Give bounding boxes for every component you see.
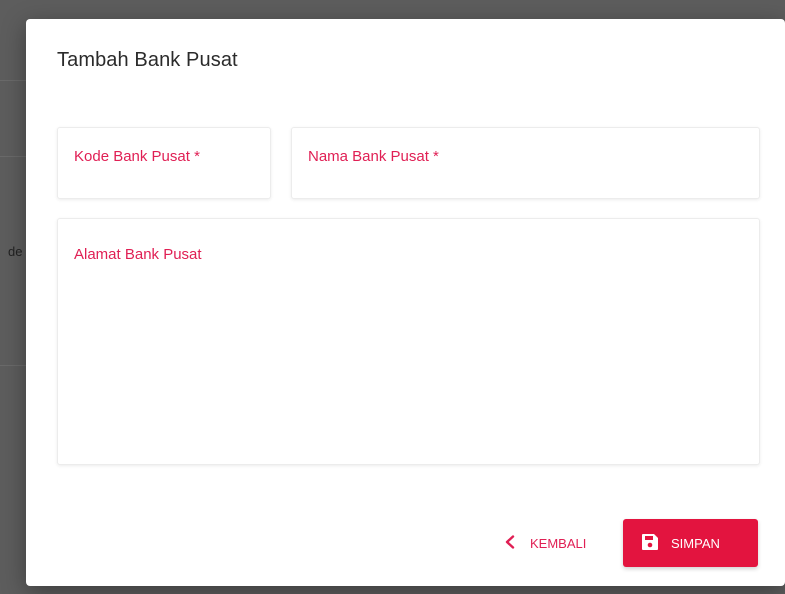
save-button-label: SIMPAN <box>671 535 720 551</box>
back-button[interactable]: KEMBALI <box>499 519 614 567</box>
alamat-bank-pusat-textarea[interactable]: Alamat Bank Pusat <box>57 218 760 465</box>
dialog-title: Tambah Bank Pusat <box>57 49 238 71</box>
alamat-bank-pusat-label: Alamat Bank Pusat <box>74 246 202 263</box>
back-button-label: KEMBALI <box>530 535 587 551</box>
nama-bank-pusat-field[interactable]: Nama Bank Pusat * <box>291 127 760 199</box>
save-button[interactable]: SIMPAN <box>623 519 758 567</box>
kode-bank-pusat-field[interactable]: Kode Bank Pusat * <box>57 127 271 199</box>
chevron-left-icon <box>504 534 516 552</box>
backdrop-divider <box>0 365 26 366</box>
nama-bank-pusat-label: Nama Bank Pusat * <box>308 148 439 165</box>
backdrop-partial-text: de <box>8 244 23 259</box>
floppy-disk-icon <box>641 533 659 554</box>
backdrop-divider <box>0 80 26 81</box>
kode-bank-pusat-label: Kode Bank Pusat * <box>74 148 200 165</box>
backdrop-divider <box>0 156 26 157</box>
add-bank-dialog: Tambah Bank Pusat Kode Bank Pusat * Nama… <box>26 19 785 586</box>
